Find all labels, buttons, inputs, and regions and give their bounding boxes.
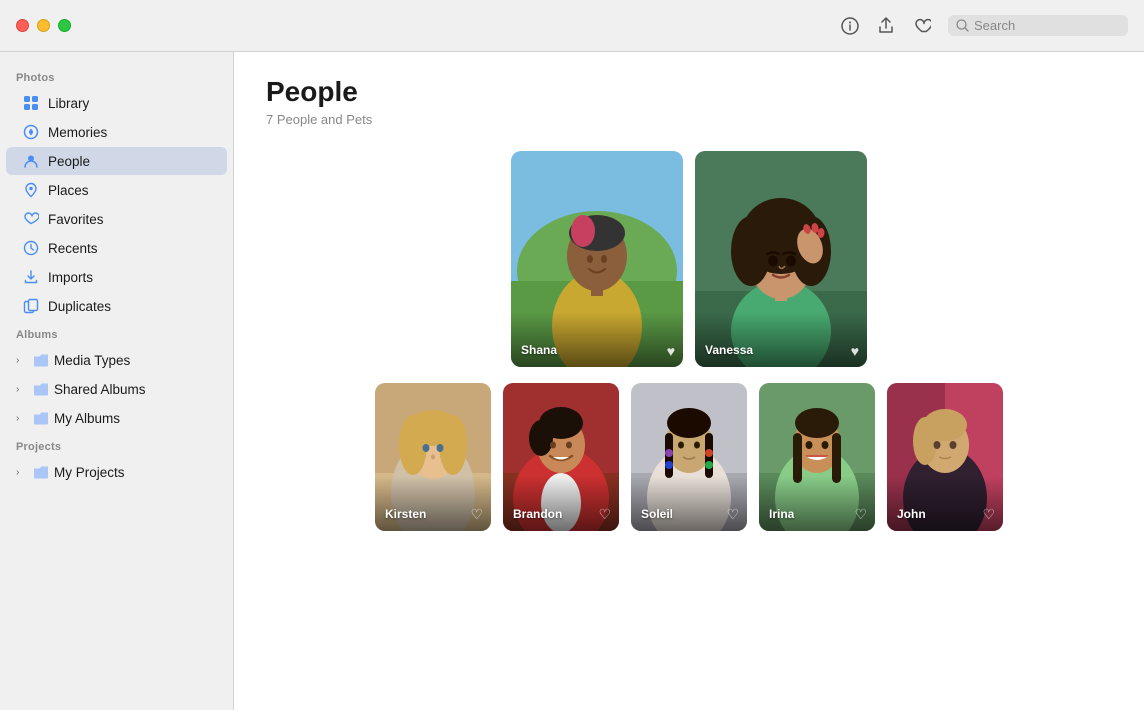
places-label: Places [48, 183, 89, 198]
person-card-shana[interactable]: Shana ♥ [511, 151, 683, 367]
duplicates-icon [22, 297, 40, 315]
search-input[interactable] [974, 18, 1114, 33]
sidebar-item-shared-albums[interactable]: › Shared Albums [6, 375, 227, 403]
favorite-icon[interactable] [912, 16, 932, 36]
sidebar-item-favorites[interactable]: Favorites [6, 205, 227, 233]
sidebar: Photos Library Memories [0, 52, 234, 710]
toolbar [840, 15, 1128, 36]
shared-albums-label: Shared Albums [54, 382, 146, 397]
favorites-icon [22, 210, 40, 228]
title-bar [0, 0, 1144, 52]
person-card-john[interactable]: John ♡ [887, 383, 1003, 531]
sidebar-item-my-projects[interactable]: › My Projects [6, 458, 227, 486]
imports-icon [22, 268, 40, 286]
sidebar-item-imports[interactable]: Imports [6, 263, 227, 291]
photos-section-label: Photos [0, 64, 233, 88]
search-bar[interactable] [948, 15, 1128, 36]
expand-arrow-my-albums: › [16, 413, 28, 424]
sidebar-item-library[interactable]: Library [6, 89, 227, 117]
info-icon[interactable] [840, 16, 860, 36]
person-name-brandon: Brandon [513, 507, 562, 521]
my-albums-label: My Albums [54, 411, 120, 426]
media-types-folder-icon [32, 351, 50, 369]
person-card-brandon[interactable]: Brandon ♡ [503, 383, 619, 531]
sidebar-item-recents[interactable]: Recents [6, 234, 227, 262]
sidebar-item-duplicates[interactable]: Duplicates [6, 292, 227, 320]
my-albums-folder-icon [32, 409, 50, 427]
imports-label: Imports [48, 270, 93, 285]
person-name-vanessa: Vanessa [705, 343, 753, 357]
person-heart-soleil[interactable]: ♡ [726, 506, 739, 523]
my-projects-label: My Projects [54, 465, 125, 480]
content-area: People 7 People and Pets [234, 52, 1144, 710]
sidebar-item-media-types[interactable]: › Media Types [6, 346, 227, 374]
people-grid: Shana ♥ [266, 151, 1112, 531]
sidebar-item-my-albums[interactable]: › My Albums [6, 404, 227, 432]
minimize-button[interactable] [37, 19, 50, 32]
person-heart-john[interactable]: ♡ [982, 506, 995, 523]
duplicates-label: Duplicates [48, 299, 111, 314]
person-name-irina: Irina [769, 507, 794, 521]
maximize-button[interactable] [58, 19, 71, 32]
person-card-soleil[interactable]: Soleil ♡ [631, 383, 747, 531]
person-name-kirsten: Kirsten [385, 507, 426, 521]
page-title: People [266, 76, 1112, 108]
media-types-label: Media Types [54, 353, 130, 368]
albums-section-label: Albums [0, 321, 233, 345]
recents-label: Recents [48, 241, 98, 256]
search-icon [956, 19, 969, 32]
people-row-1: Shana ♥ [266, 151, 1112, 367]
person-name-john: John [897, 507, 926, 521]
person-heart-shana[interactable]: ♥ [667, 343, 675, 359]
my-projects-folder-icon [32, 463, 50, 481]
person-heart-irina[interactable]: ♡ [854, 506, 867, 523]
person-card-irina[interactable]: Irina ♡ [759, 383, 875, 531]
people-label: People [48, 154, 90, 169]
memories-label: Memories [48, 125, 107, 140]
sidebar-item-memories[interactable]: Memories [6, 118, 227, 146]
person-name-shana: Shana [521, 343, 557, 357]
close-button[interactable] [16, 19, 29, 32]
favorites-label: Favorites [48, 212, 104, 227]
recents-icon [22, 239, 40, 257]
expand-arrow-media-types: › [16, 355, 28, 366]
shared-albums-folder-icon [32, 380, 50, 398]
person-name-soleil: Soleil [641, 507, 673, 521]
library-icon [22, 94, 40, 112]
expand-arrow-shared-albums: › [16, 384, 28, 395]
library-label: Library [48, 96, 89, 111]
person-card-vanessa[interactable]: Vanessa ♥ [695, 151, 867, 367]
traffic-lights [16, 19, 71, 32]
memories-icon [22, 123, 40, 141]
expand-arrow-my-projects: › [16, 467, 28, 478]
places-icon [22, 181, 40, 199]
main-layout: Photos Library Memories [0, 52, 1144, 710]
share-icon[interactable] [876, 16, 896, 36]
people-row-2: Kirsten ♡ [266, 383, 1112, 531]
person-card-kirsten[interactable]: Kirsten ♡ [375, 383, 491, 531]
person-heart-kirsten[interactable]: ♡ [470, 506, 483, 523]
sidebar-item-people[interactable]: People [6, 147, 227, 175]
person-heart-brandon[interactable]: ♡ [598, 506, 611, 523]
sidebar-item-places[interactable]: Places [6, 176, 227, 204]
person-heart-vanessa[interactable]: ♥ [851, 343, 859, 359]
people-icon [22, 152, 40, 170]
projects-section-label: Projects [0, 433, 233, 457]
page-subtitle: 7 People and Pets [266, 112, 1112, 127]
